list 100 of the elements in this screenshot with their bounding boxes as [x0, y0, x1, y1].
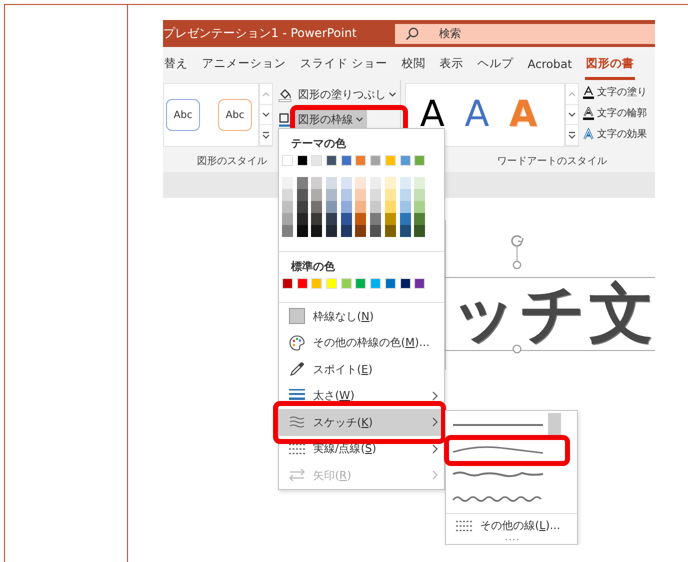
ribbon-command-button[interactable]: 図形の塗りつぶし: [294, 84, 400, 105]
color-swatch[interactable]: [296, 213, 308, 225]
color-swatch[interactable]: [414, 189, 426, 201]
color-swatch[interactable]: [296, 278, 308, 289]
color-swatch[interactable]: [340, 278, 352, 289]
scrollbar-thumb[interactable]: [548, 413, 561, 437]
color-swatch[interactable]: [326, 189, 338, 201]
ribbon-tab[interactable]: 図形の書: [585, 47, 636, 80]
color-swatch[interactable]: [370, 177, 382, 189]
ribbon-tab[interactable]: 替え: [163, 47, 189, 80]
color-swatch[interactable]: [296, 225, 308, 237]
ribbon-command-button[interactable]: 文字の塗り: [597, 85, 647, 99]
color-swatch[interactable]: [326, 201, 338, 213]
color-swatch[interactable]: [282, 278, 293, 289]
wordart-preset[interactable]: A: [420, 97, 445, 133]
color-swatch[interactable]: [400, 213, 410, 225]
color-swatch[interactable]: [414, 213, 426, 225]
color-swatch[interactable]: [326, 177, 338, 189]
color-swatch[interactable]: [414, 201, 426, 213]
color-swatch[interactable]: [384, 213, 396, 225]
color-swatch[interactable]: [370, 155, 382, 166]
color-swatch[interactable]: [355, 278, 366, 289]
resize-grip-icon[interactable]: [504, 538, 518, 541]
ribbon-tab[interactable]: アニメーション: [201, 47, 287, 80]
color-swatch[interactable]: [370, 278, 382, 289]
color-swatch[interactable]: [370, 213, 382, 225]
color-swatch[interactable]: [384, 155, 396, 166]
color-swatch[interactable]: [311, 278, 322, 289]
menu-item[interactable]: 太さ(W): [279, 382, 444, 409]
color-swatch[interactable]: [340, 155, 352, 166]
color-swatch[interactable]: [311, 213, 322, 225]
shape-style-preset[interactable]: Abc: [166, 99, 200, 131]
ribbon-tab[interactable]: Acrobat: [526, 47, 574, 80]
color-swatch[interactable]: [400, 278, 410, 289]
color-swatch[interactable]: [282, 155, 293, 166]
color-swatch[interactable]: [340, 201, 352, 213]
chevron-down-icon: [568, 112, 576, 118]
color-swatch[interactable]: [414, 225, 426, 237]
color-swatch[interactable]: [326, 278, 338, 289]
color-swatch[interactable]: [355, 189, 366, 201]
search-icon: [405, 26, 419, 40]
color-swatch[interactable]: [311, 225, 322, 237]
color-swatch[interactable]: [296, 155, 308, 166]
color-swatch[interactable]: [311, 155, 322, 166]
menu-item[interactable]: 枠線なし(N): [279, 303, 444, 330]
menu-item[interactable]: スケッチ(K): [279, 409, 444, 436]
color-swatch[interactable]: [384, 201, 396, 213]
rotate-handle-icon[interactable]: [509, 233, 525, 269]
color-swatch[interactable]: [414, 155, 426, 166]
search-field[interactable]: 検索: [395, 24, 655, 44]
color-swatch[interactable]: [384, 177, 396, 189]
color-swatch[interactable]: [340, 225, 352, 237]
color-swatch[interactable]: [340, 213, 352, 225]
color-swatch[interactable]: [340, 189, 352, 201]
wordart-preset[interactable]: A: [464, 97, 490, 133]
color-swatch[interactable]: [355, 225, 366, 237]
color-swatch[interactable]: [296, 189, 308, 201]
color-swatch[interactable]: [400, 189, 410, 201]
color-swatch[interactable]: [355, 177, 366, 189]
color-swatch[interactable]: [384, 189, 396, 201]
menu-item[interactable]: その他の枠線の色(M)...: [279, 330, 444, 356]
color-swatch[interactable]: [400, 201, 410, 213]
color-swatch[interactable]: [282, 189, 293, 201]
color-swatch[interactable]: [355, 155, 366, 166]
ribbon-command-button[interactable]: 文字の効果: [597, 127, 647, 141]
color-swatch[interactable]: [296, 201, 308, 213]
color-swatch[interactable]: [414, 278, 426, 289]
color-swatch[interactable]: [311, 201, 322, 213]
color-swatch[interactable]: [326, 155, 338, 166]
color-swatch[interactable]: [414, 177, 426, 189]
color-swatch[interactable]: [400, 155, 410, 166]
shape-style-preset[interactable]: Abc: [218, 99, 252, 131]
color-swatch[interactable]: [282, 177, 293, 189]
ribbon-tab[interactable]: 校閲: [400, 47, 427, 80]
menu-item[interactable]: スポイト(E): [279, 356, 444, 382]
color-swatch[interactable]: [311, 189, 322, 201]
color-swatch[interactable]: [282, 225, 293, 237]
color-swatch[interactable]: [370, 189, 382, 201]
color-swatch[interactable]: [326, 213, 338, 225]
resize-handle-icon[interactable]: [512, 344, 522, 354]
color-swatch[interactable]: [355, 213, 366, 225]
color-swatch[interactable]: [311, 177, 322, 189]
color-swatch[interactable]: [400, 177, 410, 189]
color-swatch[interactable]: [340, 177, 352, 189]
color-swatch[interactable]: [400, 225, 410, 237]
color-swatch[interactable]: [370, 225, 382, 237]
ribbon-command-button[interactable]: 文字の輪郭: [597, 106, 647, 120]
color-swatch[interactable]: [282, 201, 293, 213]
color-swatch[interactable]: [384, 225, 396, 237]
color-swatch[interactable]: [355, 201, 366, 213]
menu-item[interactable]: その他の線(L)...: [446, 514, 577, 533]
ribbon-tab[interactable]: 表示: [438, 47, 465, 80]
ribbon-tab[interactable]: ヘルプ: [476, 47, 515, 80]
menu-item[interactable]: 実線/点線(S): [279, 436, 444, 462]
color-swatch[interactable]: [326, 225, 338, 237]
ribbon-tab[interactable]: スライド ショー: [299, 47, 389, 80]
color-swatch[interactable]: [296, 177, 308, 189]
color-swatch[interactable]: [282, 213, 293, 225]
color-swatch[interactable]: [384, 278, 396, 289]
color-swatch[interactable]: [370, 201, 382, 213]
